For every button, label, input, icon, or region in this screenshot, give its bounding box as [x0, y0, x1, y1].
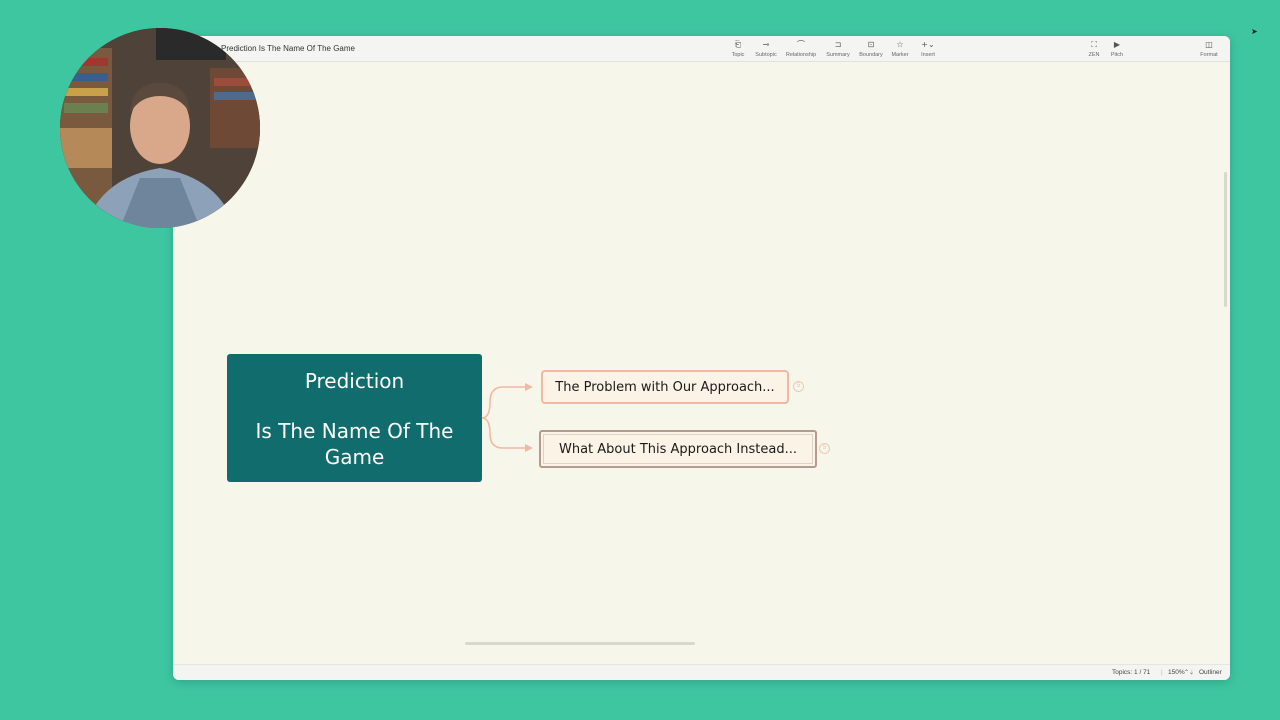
insert-icon: +⌄	[921, 40, 935, 49]
status-divider: |	[1191, 669, 1193, 676]
vertical-scrollbar[interactable]	[1224, 172, 1227, 307]
connector-topic-2	[481, 417, 525, 449]
collapse-count-badge[interactable]: 5	[793, 381, 804, 392]
pitch-button[interactable]: ▶ Pitch	[1097, 40, 1137, 58]
boundary-icon: ⊡	[867, 40, 875, 49]
central-topic-line-2: Is The Name Of The Game	[255, 419, 454, 469]
insert-button[interactable]: +⌄ Insert	[908, 40, 948, 58]
summary-label: Summary	[826, 52, 850, 58]
subtopic-label: The Problem with Our Approach...	[555, 379, 775, 395]
relationship-icon: ⌒	[797, 40, 805, 49]
zoom-level[interactable]: 150%	[1168, 669, 1185, 676]
subtopic-approach[interactable]: What About This Approach Instead...	[539, 430, 817, 468]
subtopic-label: What About This Approach Instead...	[558, 441, 797, 457]
topic-count: Topics: 1 / 71	[1112, 669, 1151, 676]
subtopic-label: Subtopic	[755, 52, 777, 58]
app-window: Prediction Is The Name Of The Game ⎗ Top…	[173, 36, 1230, 680]
relationship-label: Relationship	[785, 52, 817, 58]
pitch-label: Pitch	[1110, 52, 1124, 58]
format-label: Format	[1200, 52, 1218, 58]
central-topic[interactable]: Prediction Is The Name Of The Game	[227, 354, 482, 482]
document-title: Prediction Is The Name Of The Game	[221, 44, 355, 53]
format-icon: ◫	[1205, 40, 1213, 49]
mouse-cursor: ➤	[1251, 27, 1258, 36]
toolbar: Prediction Is The Name Of The Game ⎗ Top…	[173, 36, 1230, 62]
arrowhead-topic-2	[525, 444, 533, 452]
status-divider: |	[1161, 669, 1163, 676]
subtopic-icon: ⊸	[762, 40, 770, 49]
topic-icon: ⎗	[734, 40, 742, 49]
horizontal-scrollbar[interactable]	[465, 642, 695, 645]
presenter-video	[60, 28, 260, 228]
marker-icon: ☆	[896, 40, 904, 49]
collapse-count-badge[interactable]: 5	[819, 443, 830, 454]
connector-topic-1	[481, 386, 525, 419]
relationship-button[interactable]: ⌒ Relationship	[781, 40, 821, 58]
webcam-overlay	[60, 28, 260, 228]
status-bar: Topics: 1 / 71 | 150% ⌃⌄ | Outliner	[173, 664, 1230, 680]
marker-label: Marker	[891, 52, 909, 58]
topic-label: Topic	[731, 52, 745, 58]
subtopic-button[interactable]: ⊸ Subtopic	[746, 40, 786, 58]
outliner-button[interactable]: Outliner	[1199, 669, 1222, 676]
central-topic-line-1: Prediction	[304, 369, 405, 393]
insert-label: Insert	[921, 52, 935, 58]
format-button[interactable]: ◫ Format	[1189, 40, 1229, 58]
pitch-icon: ▶	[1113, 40, 1121, 49]
arrowhead-topic-1	[525, 383, 533, 391]
summary-icon: ⊐	[834, 40, 842, 49]
mindmap-canvas[interactable]: Prediction Is The Name Of The Game The P…	[173, 62, 1230, 664]
subtopic-problem[interactable]: The Problem with Our Approach...	[541, 370, 789, 404]
zen-icon: ⛶	[1091, 40, 1097, 49]
